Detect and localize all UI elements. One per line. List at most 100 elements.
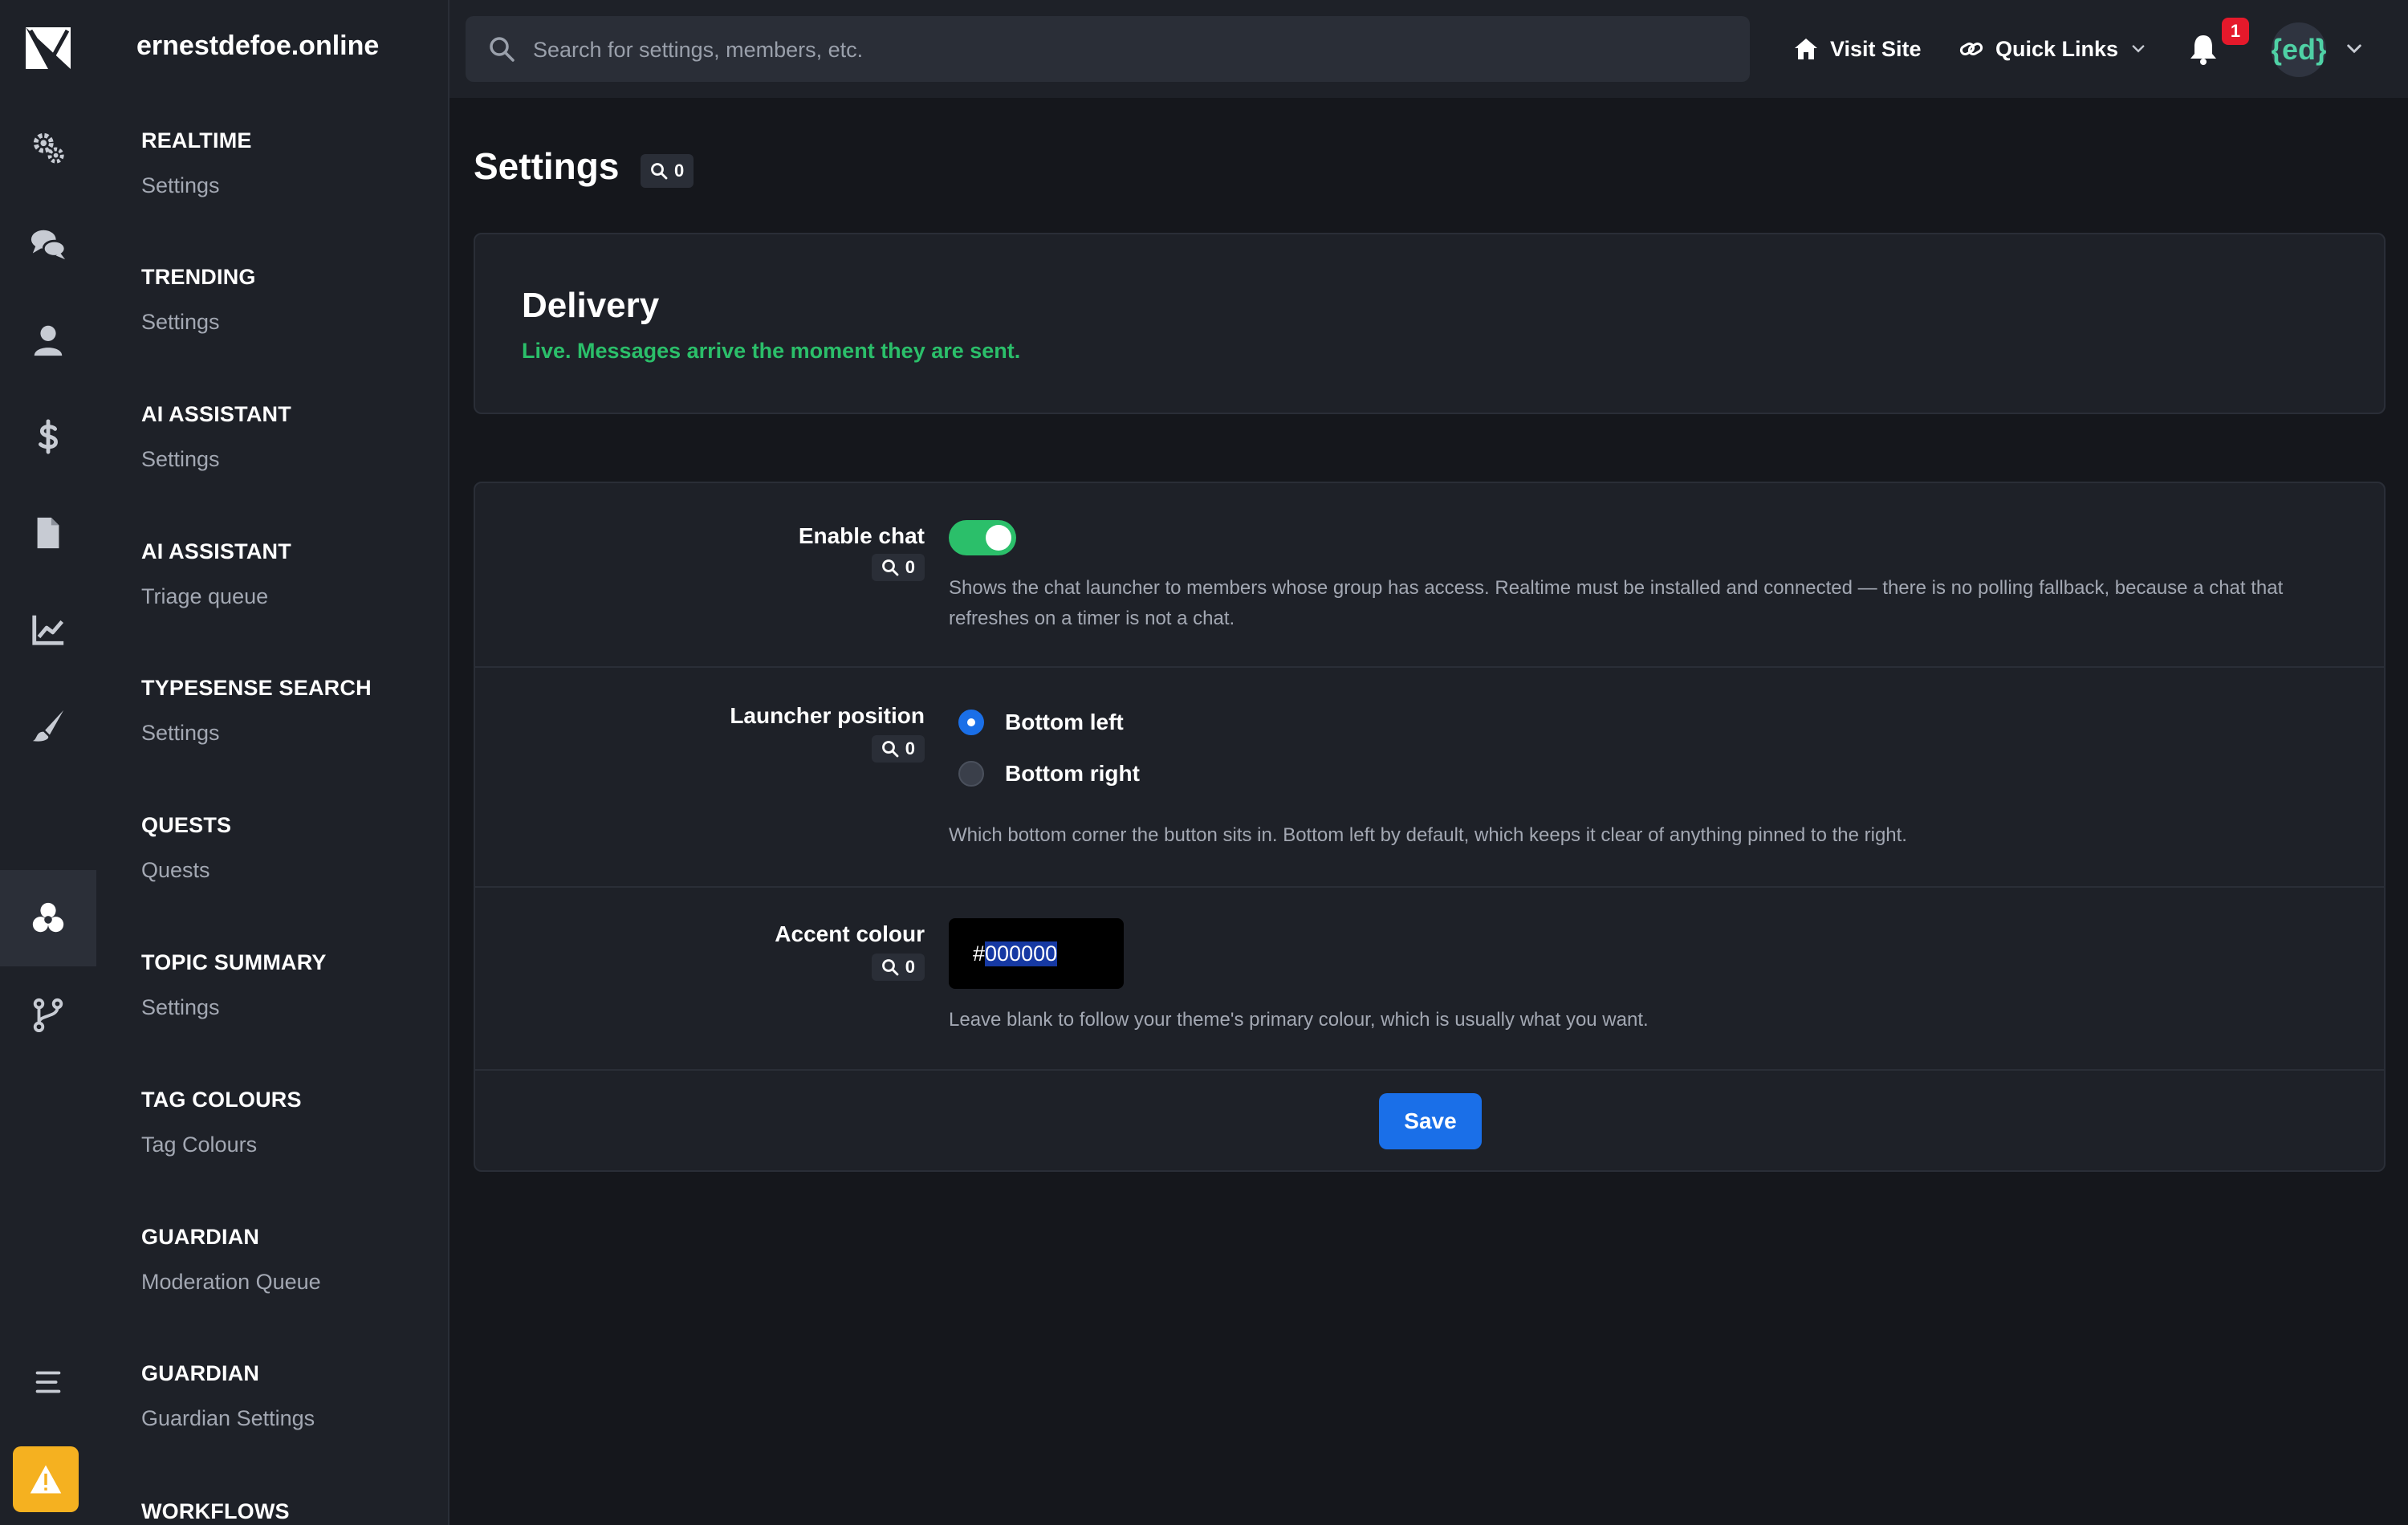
top-bar: Visit Site Quick Links 1 {ed} (449, 0, 2408, 98)
setting-label: Launcher position (730, 703, 925, 728)
settings-form: Enable chat 0 Shows the chat launcher to… (474, 482, 2386, 1172)
sidebar-item-ai-assistant-settings[interactable]: Settings (141, 445, 291, 474)
sidebar-section-trending: TRENDING Settings (141, 262, 256, 336)
dollar-icon[interactable] (0, 388, 96, 485)
setting-hit-value: 0 (905, 957, 915, 977)
setting-accent-colour: Accent colour 0 #000000 Leave blank to f… (475, 886, 2384, 1071)
setting-help-text: Leave blank to follow your theme's prima… (949, 1009, 1649, 1031)
radio-button[interactable] (958, 761, 984, 787)
chevron-down-icon[interactable] (2344, 39, 2365, 59)
search-icon (490, 37, 515, 62)
search-icon (881, 741, 899, 758)
sidebar-section-ai-assistant-triage: AI ASSISTANT Triage queue (141, 537, 291, 611)
chevron-down-icon (2132, 45, 2145, 53)
sidebar-section-topic-summary: TOPIC SUMMARY Settings (141, 948, 327, 1022)
setting-hit-count: 0 (871, 954, 925, 981)
sidebar-heading: TRENDING (141, 265, 256, 289)
icon-rail (0, 0, 96, 1525)
delivery-status-card: Delivery Live. Messages arrive the momen… (474, 233, 2386, 414)
save-button[interactable]: Save (1379, 1093, 1482, 1149)
sidebar-item-trending-settings[interactable]: Settings (141, 307, 256, 336)
setting-help-text: Which bottom corner the button sits in. … (949, 824, 1907, 846)
link-icon (1959, 43, 1983, 55)
setting-hit-value: 0 (905, 557, 915, 577)
bell-icon (2190, 35, 2216, 65)
sidebar-heading: GUARDIAN (141, 1225, 260, 1249)
sidebar-heading: GUARDIAN (141, 1361, 260, 1385)
sidebar-section-guardian-settings: GUARDIAN Guardian Settings (141, 1359, 315, 1433)
sidebar-section-quests: QUESTS Quests (141, 811, 231, 885)
sidebar-heading: AI ASSISTANT (141, 402, 291, 426)
user-icon[interactable] (0, 292, 96, 388)
sidebar-section-workflows: WORKFLOWS (141, 1497, 290, 1525)
sidebar-item-tag-colours[interactable]: Tag Colours (141, 1130, 302, 1159)
radio-label[interactable]: Bottom right (1005, 761, 1140, 787)
sidebar-section-tag-colours: TAG COLOURS Tag Colours (141, 1085, 302, 1159)
sidebar-heading: TAG COLOURS (141, 1088, 302, 1112)
sidebar-heading: TOPIC SUMMARY (141, 950, 327, 974)
enable-chat-toggle[interactable] (949, 520, 1016, 555)
radio-option-bottom-left[interactable]: Bottom left (958, 700, 1140, 745)
global-search[interactable] (466, 16, 1750, 83)
setting-label: Accent colour (775, 921, 925, 946)
settings-gears-icon[interactable] (0, 100, 96, 196)
search-icon (881, 959, 899, 976)
quick-links-dropdown[interactable]: Quick Links (1959, 31, 2147, 67)
launcher-position-radio-group: Bottom left Bottom right (958, 700, 1140, 796)
visit-site-link[interactable]: Visit Site (1793, 31, 1922, 67)
colour-prefix: # (973, 941, 986, 966)
sidebar-item-topic-summary-settings[interactable]: Settings (141, 993, 327, 1022)
delivery-title: Delivery (522, 286, 660, 325)
avatar-initials: {ed} (2272, 33, 2326, 66)
sidebar-item-realtime-settings[interactable]: Settings (141, 171, 252, 200)
sidebar-section-typesense-search: TYPESENSE SEARCH Settings (141, 673, 372, 747)
site-name[interactable]: ernestdefoe.online (136, 31, 379, 62)
radio-label[interactable]: Bottom left (1005, 710, 1124, 735)
setting-hit-count: 0 (871, 735, 925, 762)
chat-bubbles-icon[interactable] (0, 196, 96, 292)
sidebar: ernestdefoe.online REALTIME Settings TRE… (96, 0, 449, 1525)
user-avatar[interactable]: {ed} (2272, 22, 2326, 77)
home-icon (1795, 39, 1817, 59)
accent-colour-control: #000000 (949, 918, 1124, 989)
sidebar-item-moderation-queue[interactable]: Moderation Queue (141, 1267, 321, 1296)
chart-line-icon[interactable] (0, 581, 96, 677)
puzzle-icon[interactable] (0, 870, 96, 966)
sidebar-heading: TYPESENSE SEARCH (141, 676, 372, 700)
warning-icon[interactable] (13, 1446, 79, 1512)
sidebar-section-guardian: GUARDIAN Moderation Queue (141, 1222, 321, 1296)
search-input[interactable] (531, 16, 1723, 83)
quick-links-label: Quick Links (1995, 36, 2119, 61)
setting-launcher-position: Launcher position 0 Bottom left Bottom r… (475, 666, 2384, 888)
sidebar-item-guardian-settings[interactable]: Guardian Settings (141, 1404, 315, 1433)
setting-enable-chat: Enable chat 0 Shows the chat launcher to… (475, 483, 2384, 668)
search-icon (881, 559, 899, 576)
radio-option-bottom-right[interactable]: Bottom right (958, 751, 1140, 796)
document-icon[interactable] (0, 485, 96, 581)
search-icon (651, 163, 668, 180)
sidebar-item-quests[interactable]: Quests (141, 856, 231, 885)
page-title: Settings (474, 145, 620, 187)
toggle-knob (986, 525, 1011, 551)
sidebar-heading: QUESTS (141, 813, 232, 837)
sidebar-item-typesense-settings[interactable]: Settings (141, 718, 372, 747)
logo-icon[interactable] (0, 0, 96, 96)
radio-button-checked[interactable] (958, 710, 984, 735)
sidebar-heading: AI ASSISTANT (141, 539, 291, 563)
notification-count-badge: 1 (2222, 18, 2249, 45)
sidebar-heading: WORKFLOWS (141, 1499, 290, 1523)
visit-site-label: Visit Site (1830, 36, 1922, 61)
paintbrush-icon[interactable] (0, 677, 96, 774)
sidebar-item-triage-queue[interactable]: Triage queue (141, 582, 291, 611)
setting-hit-count: 0 (871, 554, 925, 581)
sidebar-section-ai-assistant: AI ASSISTANT Settings (141, 400, 291, 474)
search-hit-count: 0 (641, 154, 694, 188)
workflow-branch-icon[interactable] (0, 966, 96, 1063)
setting-hit-value: 0 (905, 738, 915, 758)
sidebar-section-realtime: REALTIME Settings (141, 126, 252, 200)
search-hit-value: 0 (674, 161, 685, 181)
accent-colour-input[interactable]: #000000 (949, 918, 1124, 989)
setting-help-text: Shows the chat launcher to members whose… (949, 577, 2284, 629)
menu-icon[interactable] (0, 1334, 96, 1430)
colour-value-selected[interactable]: 000000 (985, 941, 1058, 966)
